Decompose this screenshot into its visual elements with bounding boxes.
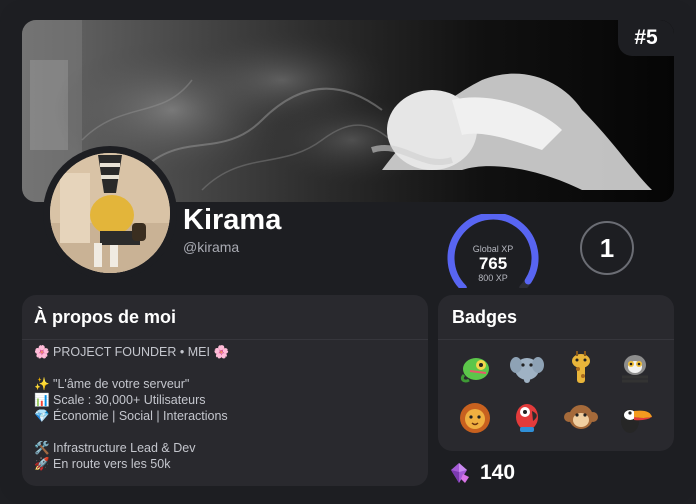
- username: Kirama: [183, 204, 282, 236]
- avatar[interactable]: [50, 153, 170, 273]
- gem-icon: [451, 463, 469, 483]
- lion-badge-icon[interactable]: [456, 399, 494, 437]
- xp-value: 765: [478, 254, 508, 273]
- about-line: 🌸 PROJECT FOUNDER • MEI 🌸: [34, 345, 230, 359]
- gems-counter: 140: [448, 461, 515, 485]
- about-line: ✨ "L'âme de votre serveur": [34, 377, 190, 391]
- badges-divider: [438, 339, 674, 340]
- about-panel: À propos de moi 🌸 PROJECT FOUNDER • MEI …: [22, 295, 428, 486]
- xp-label: Global XP: [472, 244, 514, 254]
- lemur-badge-icon[interactable]: [616, 349, 654, 387]
- toucan-badge-icon[interactable]: [616, 399, 654, 437]
- giraffe-badge-icon[interactable]: [562, 349, 600, 387]
- about-text: 🌸 PROJECT FOUNDER • MEI 🌸 ✨ "L'âme de vo…: [34, 344, 418, 472]
- user-handle: @kirama: [183, 239, 240, 255]
- about-line: 🚀 En route vers les 50k: [34, 457, 171, 471]
- xp-max: 800 XP: [478, 273, 508, 283]
- about-line: 💎 Économie | Social | Interactions: [34, 409, 228, 423]
- about-title: À propos de moi: [34, 307, 177, 327]
- avatar-image: [50, 153, 170, 273]
- profile-card: #5 Kirama @kirama Global XP 765 800 XP 1…: [0, 0, 696, 504]
- elephant-badge-icon[interactable]: [508, 349, 546, 387]
- monkey-badge-icon[interactable]: [562, 399, 600, 437]
- level-indicator: 1: [580, 221, 634, 275]
- badges-panel: Badges: [438, 295, 674, 451]
- chameleon-badge-icon[interactable]: [456, 349, 494, 387]
- about-line: 📊 Scale : 30,000+ Utilisateurs: [34, 393, 206, 407]
- badges-title: Badges: [452, 307, 518, 327]
- about-divider: [22, 339, 428, 340]
- parrot-badge-icon[interactable]: [508, 399, 546, 437]
- about-line: 🛠️ Infrastructure Lead & Dev: [34, 441, 196, 455]
- about-line: [34, 360, 418, 376]
- about-line: [34, 424, 418, 440]
- gems-value: 140: [480, 461, 516, 484]
- rank-badge: #5: [618, 20, 674, 56]
